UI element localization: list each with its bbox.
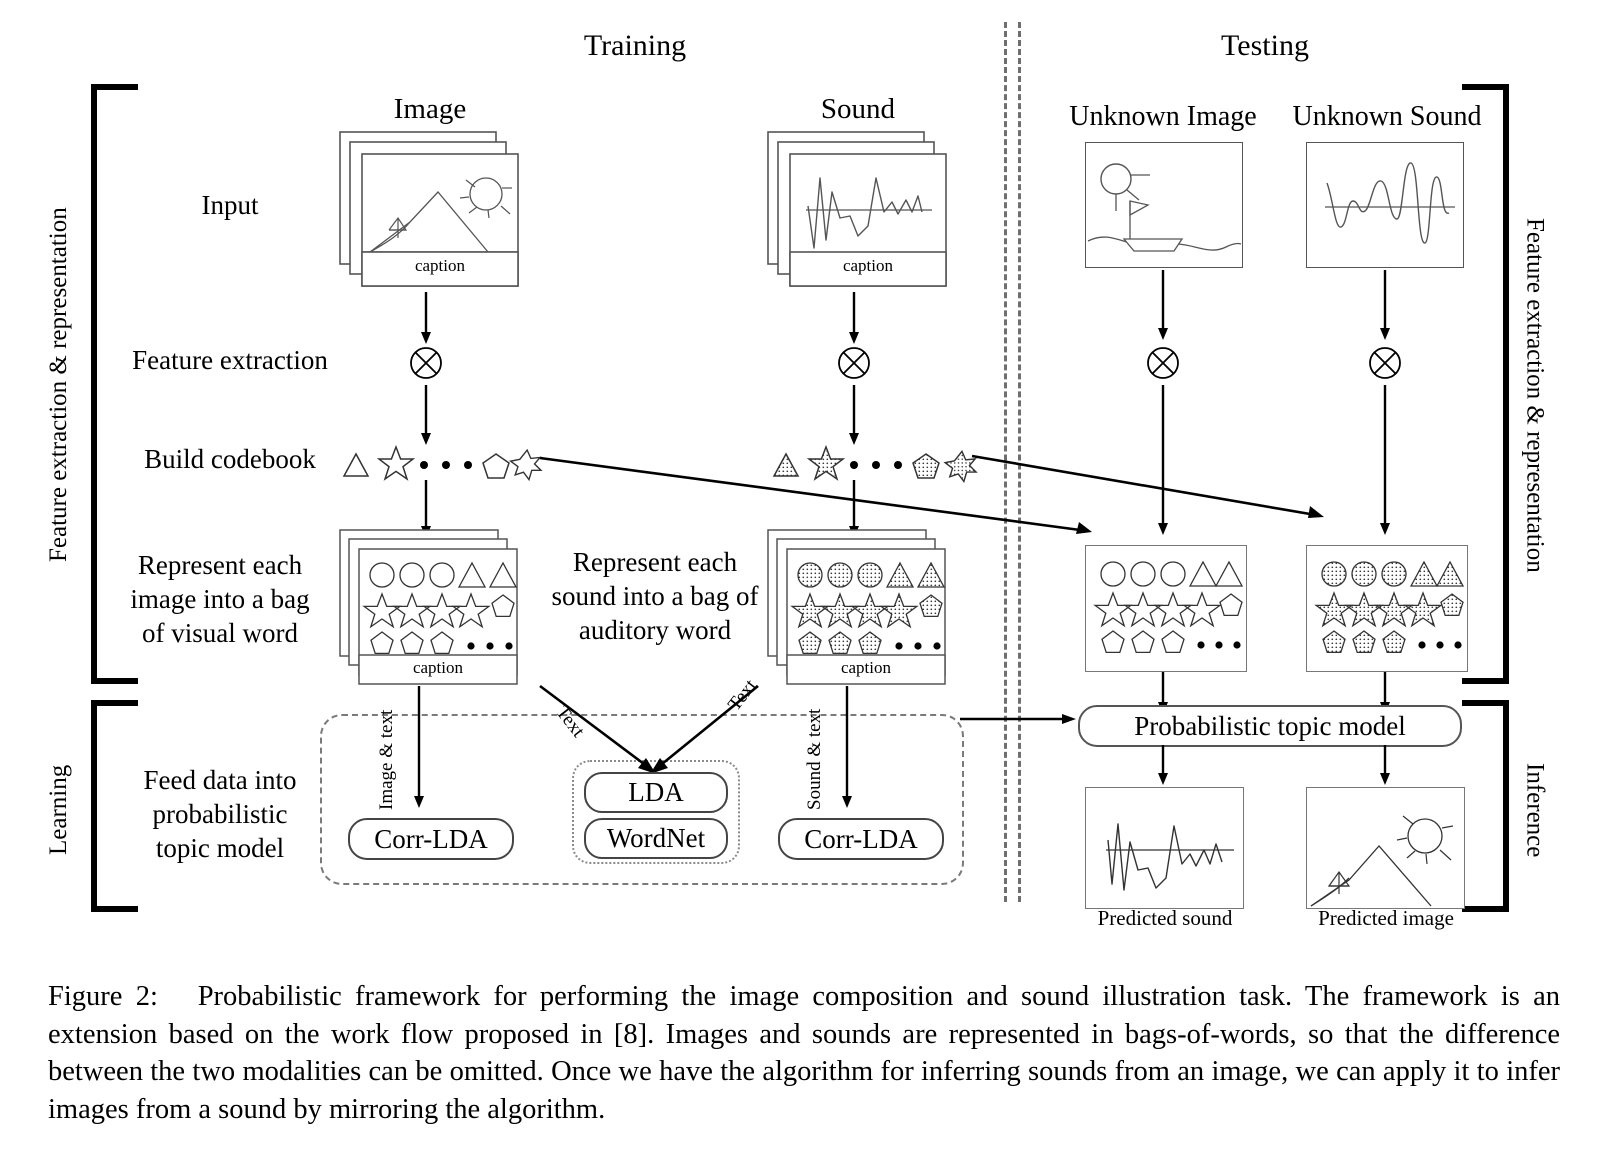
row-label-build-codebook: Build codebook — [144, 444, 316, 474]
left-label-learning: Learning — [45, 764, 72, 856]
unknown-sound-box — [1306, 142, 1464, 268]
header-training: Training — [583, 29, 687, 62]
represent-sound-line-3: auditory word — [578, 615, 732, 646]
arrow-feature-to-codebook-sound — [849, 385, 859, 445]
predicted-sound-label: Predicted sound — [1097, 906, 1233, 930]
test-bag-of-auditory-words — [1306, 545, 1468, 672]
figure-caption-number: Figure 2: — [48, 981, 158, 1012]
box-lda[interactable]: LDA — [584, 772, 728, 813]
bag-of-visual-words-stack: caption — [338, 528, 538, 686]
row-label-feature-extraction: Feature extraction — [132, 345, 328, 375]
arrow-sound-to-feature — [849, 292, 859, 344]
arrow-unknown-sound-to-feature — [1380, 270, 1390, 340]
figure-caption: Figure 2: Probabilistic framework for pe… — [48, 978, 1560, 1128]
col-title-sound: Sound — [820, 93, 896, 125]
sound-input-stack: caption — [766, 130, 966, 300]
arrow-topic-model-to-predicted-sound — [1158, 745, 1168, 785]
arrow-label-sound-and-text: Sound & text — [804, 708, 825, 810]
col-title-unknown-sound: Unknown Sound — [1292, 101, 1482, 132]
arrow-unknown-image-to-feature — [1158, 270, 1168, 340]
feed-data-line-2: probabilistic — [152, 799, 288, 830]
predicted-sound-box — [1085, 787, 1244, 909]
right-label-feature-extraction: Feature extraction & representation — [1521, 217, 1549, 573]
box-corr-lda-left[interactable]: Corr-LDA — [348, 818, 514, 860]
feed-data-line-1: Feed data into — [143, 765, 297, 795]
test-bag-of-visual-words — [1085, 545, 1247, 672]
codebook-visual-words — [342, 444, 543, 482]
arrow-feature-to-codebook-image — [421, 385, 431, 445]
header-testing: Testing — [1221, 29, 1309, 62]
col-title-unknown-image: Unknown Image — [1069, 101, 1257, 132]
arrow-sound-and-text — [842, 686, 852, 808]
image-input-stack: caption — [338, 130, 538, 300]
arrow-learning-to-topic-model — [960, 714, 1076, 724]
row-label-feed-data: Feed data into probabilistic topic model — [110, 763, 330, 865]
unknown-image-box — [1085, 142, 1243, 268]
bag-of-auditory-words-stack: caption — [766, 528, 966, 686]
left-label-feature-extraction: Feature extraction & representation — [45, 207, 72, 563]
image-caption-label: caption — [414, 256, 466, 275]
represent-sound-line-1: Represent each — [572, 547, 738, 577]
arrow-image-to-feature — [421, 292, 431, 344]
predicted-image-label: Predicted image — [1318, 906, 1454, 930]
col-title-image: Image — [393, 93, 467, 125]
box-wordnet[interactable]: WordNet — [584, 818, 728, 859]
arrow-label-image-and-text: Image & text — [376, 709, 397, 810]
row-label-represent-sound: Represent each sound into a bag of audit… — [540, 545, 770, 647]
figure-caption-text: Probabilistic framework for performing t… — [48, 981, 1561, 1125]
box-corr-lda-right[interactable]: Corr-LDA — [778, 818, 944, 860]
circled-times-icon-unknown-sound — [1369, 347, 1401, 379]
feed-data-line-3: topic model — [155, 833, 285, 864]
arrow-image-and-text — [414, 686, 424, 808]
figure-canvas: Training Testing Feature extraction & re… — [0, 0, 1600, 1159]
row-label-input: Input — [201, 190, 259, 220]
row-label-represent-image: Represent each image into a bag of visua… — [110, 548, 330, 650]
arrow-test-feature-to-bag-image — [1158, 385, 1168, 535]
bag-auditory-caption-label: caption — [840, 658, 892, 677]
represent-image-line-2: image into a bag — [130, 584, 310, 615]
arrow-topic-model-to-predicted-image — [1380, 745, 1390, 785]
right-label-inference: Inference — [1521, 762, 1549, 858]
arrow-test-feature-to-bag-sound — [1380, 385, 1390, 535]
bag-visual-caption-label: caption — [412, 658, 464, 677]
box-probabilistic-topic-model[interactable]: Probabilistic topic model — [1078, 705, 1462, 747]
sound-caption-label: caption — [842, 256, 894, 275]
represent-sound-line-2: sound into a bag of — [551, 581, 759, 612]
circled-times-icon-sound — [838, 347, 870, 379]
circled-times-icon-unknown-image — [1147, 347, 1179, 379]
represent-image-line-3: of visual word — [142, 618, 298, 649]
circled-times-icon-image — [410, 347, 442, 379]
predicted-image-box — [1306, 787, 1465, 909]
represent-image-line-1: Represent each — [137, 550, 303, 580]
